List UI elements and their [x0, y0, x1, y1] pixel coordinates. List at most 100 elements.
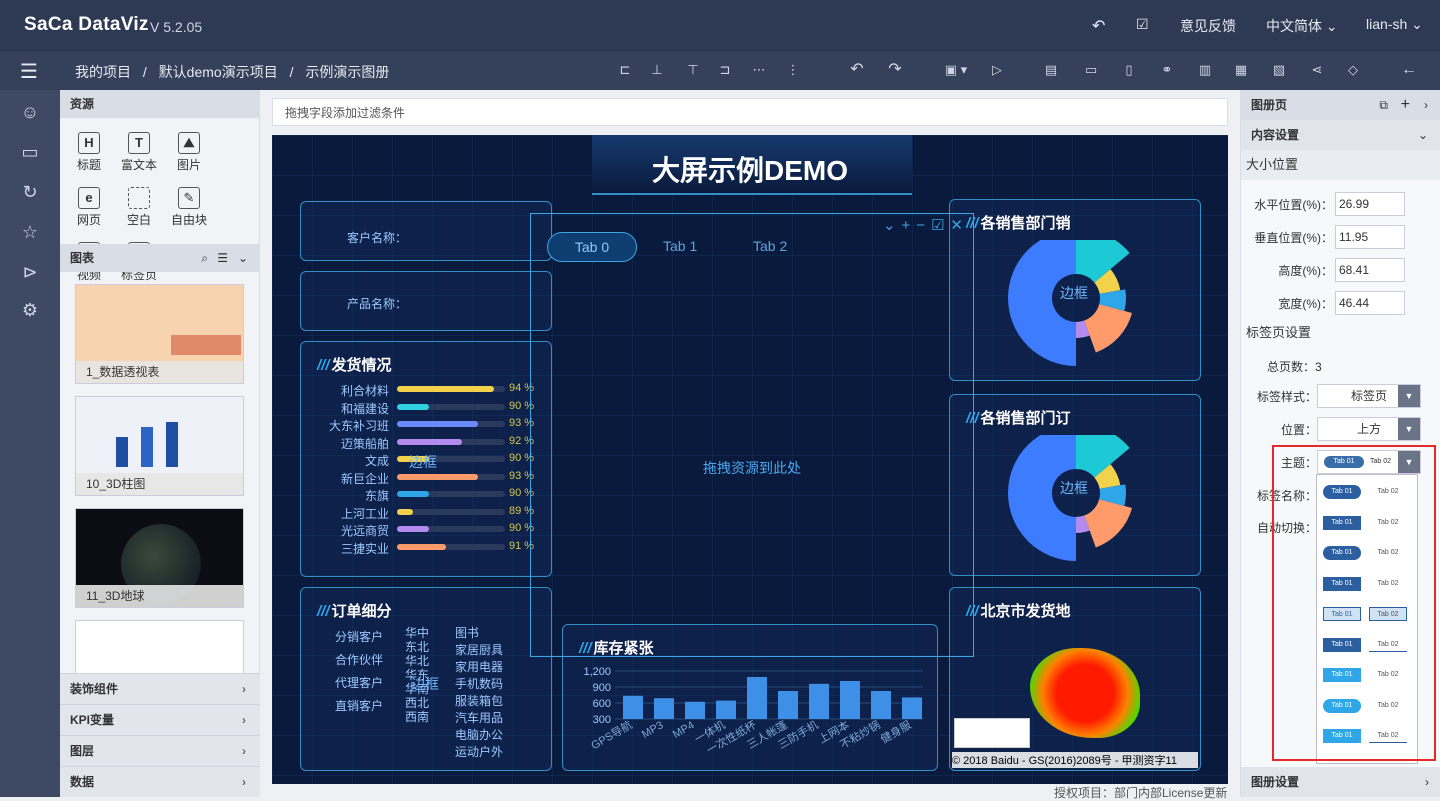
tab-2[interactable]: Tab 2: [753, 238, 787, 254]
back-icon[interactable]: ↶: [1092, 16, 1105, 36]
share-icon[interactable]: ⋖: [1308, 61, 1326, 79]
resource-richtext[interactable]: T 富文本: [114, 126, 164, 181]
excel-icon[interactable]: ▥: [1196, 61, 1214, 79]
align-right-icon[interactable]: ⊐: [716, 61, 734, 79]
tab-style-select[interactable]: 标签页 ▼: [1317, 384, 1421, 408]
resource-blank[interactable]: 空白: [114, 181, 164, 236]
chart-thumb-pivot[interactable]: 1_数据透视表: [75, 284, 244, 384]
chevron-right-icon[interactable]: ›: [1424, 90, 1428, 120]
copy-icon[interactable]: ⧉: [1379, 90, 1388, 120]
edit-icon[interactable]: ☑: [1136, 16, 1149, 33]
redo-icon[interactable]: ↷: [886, 61, 904, 79]
language-select[interactable]: 中文简体 ⌄: [1266, 16, 1338, 36]
monitor-icon[interactable]: ▭: [18, 140, 42, 164]
resource-image[interactable]: ⛰ 图片: [164, 126, 214, 181]
settings-icon[interactable]: ⚙: [18, 298, 42, 322]
menu-icon[interactable]: ☰: [20, 59, 38, 84]
resource-freeblock[interactable]: ✎ 自由块: [164, 181, 214, 236]
chevron-down-icon[interactable]: ⌄: [238, 244, 248, 272]
pdf-icon[interactable]: ▦: [1232, 61, 1250, 79]
shipping-name: 和福建设: [340, 401, 389, 416]
shipping-card[interactable]: 发货情况 利合材料94 % 和福建设90 %大东补习班93 % 迈策船舶92 % 文成…: [300, 341, 552, 577]
minus-icon[interactable]: −: [916, 217, 931, 234]
breadcrumb-project[interactable]: 默认demo演示项目: [159, 64, 278, 80]
customer-filter[interactable]: 客户名称：: [300, 201, 552, 261]
feedback-link[interactable]: 意见反馈: [1180, 16, 1236, 36]
dashboard-title: 大屏示例DEMO: [651, 155, 848, 186]
license-footer: 授权项目：部门内部License更新: [1054, 786, 1228, 800]
tab-style-value: 标签页: [1350, 389, 1387, 403]
width-input[interactable]: 46.44: [1335, 291, 1405, 315]
chevron-down-icon[interactable]: ⌄: [883, 217, 902, 234]
filter-drop-zone[interactable]: 拖拽字段添加过滤条件: [272, 98, 1228, 126]
undo-icon[interactable]: ↶: [848, 61, 866, 79]
save-icon[interactable]: ▣ ▾: [940, 61, 972, 79]
plus-icon[interactable]: +: [1401, 90, 1410, 120]
arrow-left-icon[interactable]: ←: [1400, 61, 1418, 79]
align-left-icon[interactable]: ⊏: [616, 61, 634, 79]
user-icon[interactable]: ☺: [18, 100, 42, 124]
refresh-icon[interactable]: ↻: [18, 180, 42, 204]
accordion-kpi[interactable]: KPI变量 ›: [60, 704, 260, 735]
breadcrumb-album[interactable]: 示例演示图册: [305, 64, 389, 80]
resource-webpage[interactable]: e 网页: [64, 181, 114, 236]
tab-1[interactable]: Tab 1: [663, 238, 697, 254]
chevron-right-icon: ›: [242, 682, 246, 696]
play-circle-icon[interactable]: ⊳: [18, 260, 42, 284]
card-icon[interactable]: ▭: [1082, 61, 1100, 79]
language-label: 中文简体: [1266, 18, 1322, 34]
chart-thumb-3dearth[interactable]: 11_3D地球: [75, 508, 244, 608]
distribute-h-icon[interactable]: ⋯: [750, 61, 768, 79]
mobile-icon[interactable]: ▯: [1120, 61, 1138, 79]
album-settings-header[interactable]: 图册设置 ›: [1241, 767, 1440, 797]
stock-xtick: MP4: [671, 719, 697, 741]
check-icon[interactable]: ☑: [931, 217, 950, 234]
breadcrumb-projects[interactable]: 我的项目: [75, 64, 131, 80]
order-card[interactable]: 订单细分 分销客户合作伙伴代理客户直销客户 华中东北华北华东华南西北西南 图书家…: [300, 587, 552, 771]
plus-icon[interactable]: +: [901, 217, 916, 234]
stock-bar: [809, 683, 829, 719]
top-bar: SaCa DataViz V 5.2.05 ↶ ☑ 意见反馈 中文简体 ⌄ li…: [0, 0, 1440, 50]
freeblock-icon: ✎: [178, 187, 200, 209]
position-select[interactable]: 上方 ▼: [1317, 417, 1421, 441]
field-height: 高度(%)： 68.41: [1241, 258, 1440, 282]
resource-title[interactable]: H 标题: [64, 126, 114, 181]
user-menu[interactable]: lian-sh ⌄: [1366, 16, 1423, 33]
play-icon[interactable]: ▷: [988, 61, 1006, 79]
content-settings-header[interactable]: 内容设置 ⌄: [1241, 120, 1440, 150]
align-bottom-icon[interactable]: ⊥: [648, 61, 666, 79]
resources-header: 资源: [60, 90, 259, 118]
chevron-right-icon: ›: [242, 713, 246, 727]
document-icon[interactable]: ▤: [1042, 61, 1060, 79]
list-icon[interactable]: ☰: [217, 244, 228, 272]
chart-thumb-4[interactable]: [75, 620, 244, 676]
dashboard-canvas[interactable]: 大屏示例DEMO 客户名称： 产品名称： 发货情况 利合材料94 %和福建设90…: [272, 135, 1228, 784]
tab-0[interactable]: Tab 0: [547, 232, 637, 262]
x-input[interactable]: 26.99: [1335, 192, 1405, 216]
accordion-data[interactable]: 数据 ›: [60, 766, 260, 797]
align-top-icon[interactable]: ⊤: [684, 61, 702, 79]
image-icon[interactable]: ▧: [1270, 61, 1288, 79]
link-icon[interactable]: ⚭: [1158, 61, 1176, 79]
accordion-layers[interactable]: 图层 ›: [60, 735, 260, 766]
distribute-v-icon[interactable]: ⋮: [784, 61, 802, 79]
shipping-track: [397, 403, 505, 410]
height-input[interactable]: 68.41: [1335, 258, 1405, 282]
product-filter[interactable]: 产品名称：: [300, 271, 552, 331]
beijing-card[interactable]: 北京市发货地 © 2018 Baidu - GS(2016)2089号 - 甲测…: [949, 587, 1201, 771]
chart-thumb-3dbar[interactable]: 10_3D柱图: [75, 396, 244, 496]
stock-bar: [747, 677, 767, 719]
field-label: 垂直位置(%)：: [1254, 231, 1333, 245]
accordion-decor[interactable]: 装饰组件 ›: [60, 673, 260, 704]
y-input[interactable]: 11.95: [1335, 225, 1405, 249]
shipping-name: 利合材料: [340, 384, 389, 398]
breadcrumb-sep: /: [289, 64, 294, 80]
sales-card-2[interactable]: 各销售部门订 边框: [949, 394, 1201, 576]
tab-component[interactable]: Tab 0 Tab 1 Tab 2 ⌄+−☑✕ 拖拽资源到此处: [530, 213, 974, 657]
shipping-name: 大东补习班: [328, 419, 389, 433]
tag-icon[interactable]: ◇: [1344, 61, 1362, 79]
close-icon[interactable]: ✕: [950, 217, 969, 234]
search-icon[interactable]: ⌕: [201, 244, 208, 272]
sales-card-1[interactable]: 各销售部门销 边框: [949, 199, 1201, 381]
star-icon[interactable]: ☆: [18, 220, 42, 244]
